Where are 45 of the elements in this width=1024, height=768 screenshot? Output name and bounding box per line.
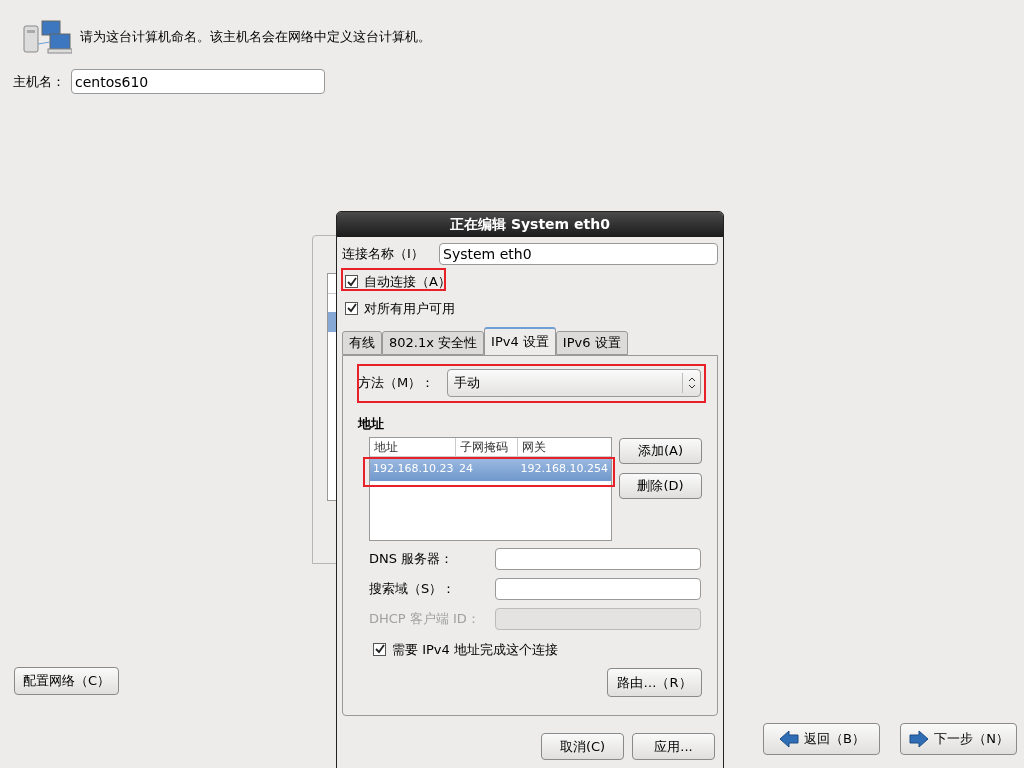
connection-name-field[interactable]: System eth0: [439, 243, 718, 265]
back-button[interactable]: 返回（B）: [763, 723, 880, 755]
table-cell-text: 24: [458, 461, 474, 478]
cancel-button[interactable]: 取消(C): [541, 733, 624, 760]
up-down-chevron-icon: [687, 377, 696, 389]
method-label: 方法（M）：: [358, 374, 436, 393]
checkbox[interactable]: [345, 301, 358, 315]
next-button[interactable]: 下一步（N）: [900, 723, 1017, 755]
checkbox-label: 对所有用户可用: [364, 299, 455, 318]
column-header[interactable]: 子网掩码: [456, 437, 518, 456]
address-section-title: 地址: [358, 415, 385, 433]
check-icon: [374, 644, 385, 655]
field-label: DHCP 客户端 ID：: [369, 609, 481, 628]
routes-button[interactable]: 路由…（R）: [607, 668, 702, 697]
tab[interactable]: 有线: [342, 331, 382, 355]
tab[interactable]: 802.1x 安全性: [382, 331, 485, 355]
table-cell-text: 192.168.10.23: [372, 461, 455, 478]
field-label: DNS 服务器：: [369, 549, 455, 568]
checkbox-label: 自动连接（A）: [364, 273, 451, 291]
tab[interactable]: IPv4 设置: [484, 327, 556, 355]
right-arrow-icon: [908, 729, 931, 749]
delete-button[interactable]: 删除(D): [619, 472, 702, 499]
apply-button[interactable]: 应用...: [632, 733, 715, 760]
header-text: 请为这台计算机命名。该主机名会在网络中定义这台计算机。: [80, 28, 431, 47]
table-cell-text: 192.168.10.254: [519, 461, 609, 478]
check-icon: [346, 276, 357, 287]
connection-name-label: 连接名称（I）: [342, 245, 424, 264]
networked-computers-icon: [22, 20, 72, 54]
text-field[interactable]: [495, 577, 701, 600]
hostname-field[interactable]: centos610: [71, 69, 325, 94]
checkbox[interactable]: [345, 275, 358, 289]
check-icon: [346, 303, 357, 314]
column-header[interactable]: 地址: [370, 437, 456, 456]
add-button[interactable]: 添加(A): [619, 437, 702, 464]
text-field[interactable]: [495, 547, 701, 570]
hostname-label: 主机名：: [13, 72, 66, 91]
configure-network-button[interactable]: 配置网络（C）: [14, 667, 119, 695]
checkbox[interactable]: [373, 642, 386, 656]
checkbox-label: 需要 IPv4 地址完成这个连接: [392, 640, 558, 659]
field-label: 搜索域（S）：: [369, 579, 457, 598]
dialog-title: 正在编辑 System eth0: [337, 212, 723, 237]
tab[interactable]: IPv6 设置: [555, 331, 628, 355]
method-dropdown[interactable]: 手动: [447, 369, 701, 397]
column-header[interactable]: 网关: [518, 437, 611, 456]
left-arrow-icon: [778, 729, 801, 749]
